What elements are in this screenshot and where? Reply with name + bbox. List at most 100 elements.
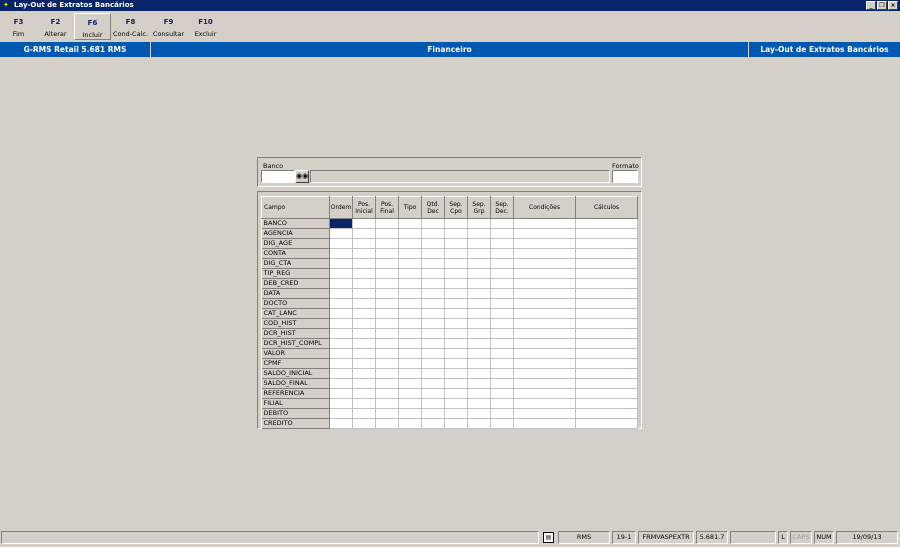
grid-cell[interactable] [421,358,445,369]
table-row[interactable]: DOCTO [261,298,638,309]
grid-cell[interactable] [513,278,576,289]
grid-cell[interactable] [575,368,638,379]
grid-cell[interactable] [398,368,422,379]
grid-cell[interactable] [513,218,576,229]
grid-cell[interactable] [398,378,422,389]
grid-cell[interactable] [513,348,576,359]
grid-cell[interactable] [575,218,638,229]
grid-cell[interactable] [352,338,376,349]
grid-cell[interactable] [352,358,376,369]
grid-cell[interactable] [513,328,576,339]
grid-cell[interactable] [421,338,445,349]
grid-cell[interactable] [421,348,445,359]
grid-cell[interactable] [444,288,468,299]
grid-cell[interactable] [575,408,638,419]
grid-cell[interactable] [398,388,422,399]
col-qtd-dec[interactable]: Qtd. Dec [421,196,445,219]
formato-input[interactable] [612,170,638,183]
table-row[interactable]: CPMF [261,358,638,369]
banco-input[interactable] [261,170,295,183]
grid-cell[interactable] [329,358,353,369]
grid-cell[interactable] [329,328,353,339]
grid-cell[interactable] [444,308,468,319]
grid-cell[interactable] [513,268,576,279]
grid-cell[interactable] [490,248,514,259]
grid-cell[interactable] [375,318,399,329]
grid-cell[interactable] [329,388,353,399]
grid-cell[interactable] [421,218,445,229]
grid-cell[interactable] [329,278,353,289]
grid-cell[interactable] [513,368,576,379]
grid-cell[interactable] [467,298,491,309]
table-row[interactable]: AGENCIA [261,228,638,239]
grid-cell[interactable] [375,348,399,359]
grid-cell[interactable] [490,298,514,309]
grid-cell[interactable] [513,398,576,409]
grid-cell[interactable] [352,418,376,429]
grid-cell[interactable] [513,388,576,399]
grid-cell[interactable] [352,298,376,309]
grid-cell[interactable] [375,308,399,319]
grid-cell[interactable] [329,378,353,389]
grid-cell[interactable] [398,258,422,269]
grid-cell[interactable] [490,318,514,329]
grid-cell[interactable] [375,238,399,249]
grid-cell[interactable] [490,418,514,429]
grid-cell[interactable] [329,268,353,279]
grid-cell[interactable] [490,218,514,229]
grid-cell[interactable] [490,408,514,419]
grid-cell[interactable] [467,368,491,379]
grid-cell[interactable] [329,258,353,269]
grid-cell[interactable] [490,358,514,369]
grid-cell[interactable] [375,388,399,399]
grid-cell[interactable] [467,388,491,399]
table-row[interactable]: REFERENCIA [261,388,638,399]
grid-cell[interactable] [398,218,422,229]
grid-cell[interactable] [444,258,468,269]
grid-cell[interactable] [329,318,353,329]
grid-cell[interactable] [398,228,422,239]
table-row[interactable]: CONTA [261,248,638,259]
grid-cell[interactable] [513,318,576,329]
grid-cell[interactable] [467,278,491,289]
grid-cell[interactable] [375,418,399,429]
grid-cell[interactable] [329,238,353,249]
table-row[interactable]: BANCO [261,218,638,229]
grid-cell[interactable] [575,418,638,429]
grid-cell[interactable] [444,398,468,409]
grid-cell[interactable] [329,228,353,239]
grid-cell[interactable] [329,248,353,259]
grid-cell[interactable] [352,328,376,339]
grid-cell[interactable] [575,398,638,409]
grid-cell[interactable] [467,268,491,279]
fim-button[interactable]: F3 Fim [0,13,37,40]
grid-cell[interactable] [352,278,376,289]
grid-cell[interactable] [490,278,514,289]
grid-cell[interactable] [398,358,422,369]
grid-cell[interactable] [513,408,576,419]
grid-cell[interactable] [467,378,491,389]
grid-cell[interactable] [444,228,468,239]
grid-cell[interactable] [352,318,376,329]
grid-cell[interactable] [444,278,468,289]
grid-cell[interactable] [444,338,468,349]
grid-cell[interactable] [513,378,576,389]
grid-cell[interactable] [467,398,491,409]
grid-cell[interactable] [375,358,399,369]
grid-cell[interactable] [490,268,514,279]
table-row[interactable]: DIG_CTA [261,258,638,269]
grid-cell[interactable] [421,308,445,319]
table-row[interactable]: VALOR [261,348,638,359]
grid-cell[interactable] [467,418,491,429]
grid-cell[interactable] [421,408,445,419]
grid-cell[interactable] [444,248,468,259]
grid-cell[interactable] [490,398,514,409]
col-sep-cpo[interactable]: Sep. Cpo [444,196,468,219]
grid-cell[interactable] [375,268,399,279]
grid-cell[interactable] [398,288,422,299]
grid-cell[interactable] [444,298,468,309]
grid-cell[interactable] [467,348,491,359]
grid-cell[interactable] [421,268,445,279]
grid-cell[interactable] [575,318,638,329]
grid-cell[interactable] [329,398,353,409]
